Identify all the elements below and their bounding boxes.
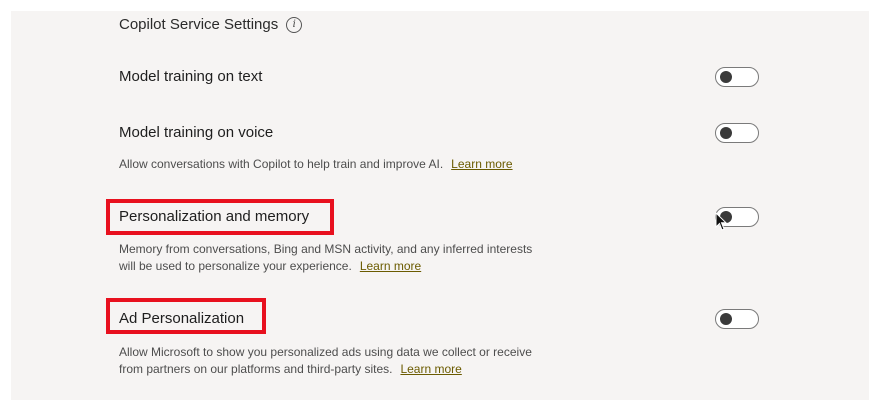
setting-label-personalization-memory: Personalization and memory [119, 208, 310, 225]
mouse-cursor-icon [715, 212, 727, 231]
info-icon[interactable]: i [286, 16, 303, 33]
settings-panel: Copilot Service Settings i Model trainin… [11, 11, 869, 400]
section-title: Copilot Service Settings [119, 16, 279, 33]
setting-label-ad-personalization: Ad Personalization [119, 310, 245, 327]
description-line: Memory from conversations, Bing and MSN … [119, 242, 533, 256]
description-line-with-link: will be used to personalize your experie… [119, 258, 532, 275]
toggle-model-training-voice[interactable] [715, 123, 759, 143]
toggle-knob [720, 127, 732, 139]
learn-more-link[interactable]: Learn more [360, 259, 421, 273]
setting-description-model-training-voice: Allow conversations with Copilot to help… [119, 156, 513, 173]
toggle-ad-personalization[interactable] [715, 309, 759, 329]
learn-more-link[interactable]: Learn more [451, 157, 512, 171]
description-line: Allow Microsoft to show you personalized… [119, 345, 532, 359]
toggle-knob [720, 313, 732, 325]
learn-more-link[interactable]: Learn more [400, 362, 461, 376]
description-text: from partners on our platforms and third… [119, 362, 393, 376]
setting-label-model-training-text: Model training on text [119, 68, 263, 85]
description-text: will be used to personalize your experie… [119, 259, 352, 273]
toggle-model-training-text[interactable] [715, 67, 759, 87]
section-header: Copilot Service Settings i [119, 16, 303, 33]
description-text: Allow conversations with Copilot to help… [119, 157, 444, 171]
setting-label-model-training-voice: Model training on voice [119, 124, 274, 141]
setting-description-personalization-memory: Memory from conversations, Bing and MSN … [119, 241, 532, 275]
toggle-knob [720, 71, 732, 83]
description-line-with-link: from partners on our platforms and third… [119, 361, 532, 378]
setting-description-ad-personalization: Allow Microsoft to show you personalized… [119, 344, 532, 378]
